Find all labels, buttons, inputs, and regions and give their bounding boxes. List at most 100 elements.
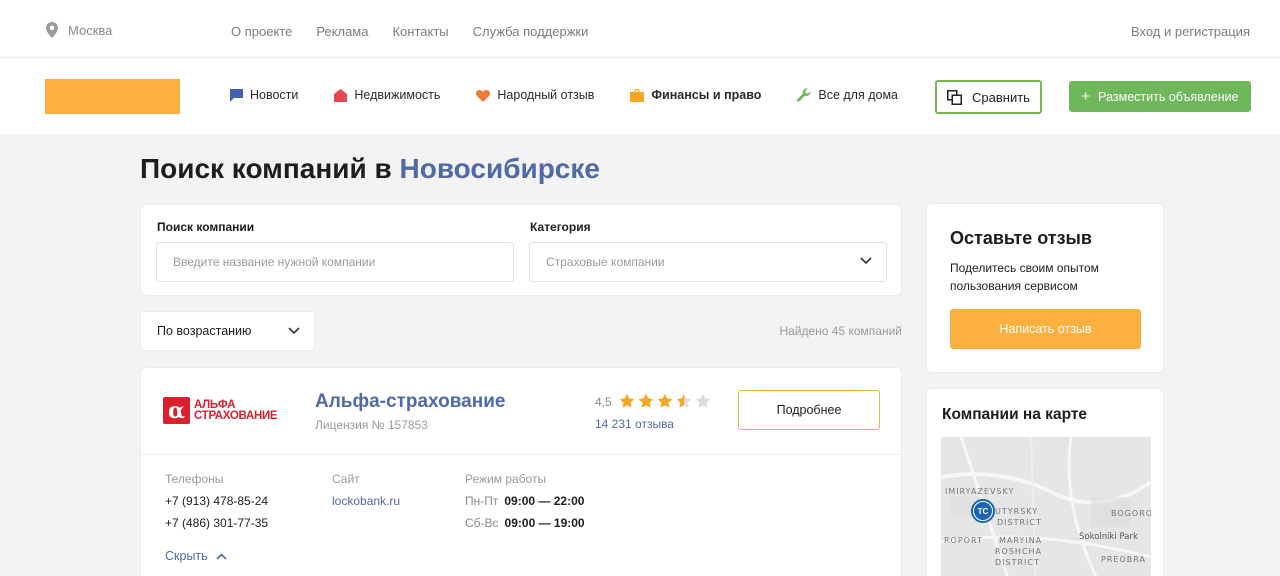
chevron-up-icon <box>216 552 227 560</box>
star-icon <box>676 393 692 408</box>
company-license: Лицензия № 157853 <box>315 418 428 432</box>
star-icon <box>619 393 635 408</box>
company-search-placeholder: Введите название нужной компании <box>173 255 376 269</box>
category-realty-label: Недвижимость <box>354 88 441 102</box>
details-button[interactable]: Подробнее <box>738 390 880 430</box>
phone-1[interactable]: +7 (913) 478-85-24 <box>165 494 268 508</box>
schedule-weekend-time: 09:00 — 19:00 <box>504 516 585 530</box>
category-realty[interactable]: Недвижимость <box>334 88 440 102</box>
site-logo[interactable] <box>45 79 180 114</box>
house-icon <box>334 88 348 102</box>
company-search-input[interactable]: Введите название нужной компании <box>156 242 514 282</box>
map-title: Компании на карте <box>942 406 1088 423</box>
briefcase-icon <box>630 88 645 102</box>
collapse-button-label: Скрыть <box>165 549 208 563</box>
rating-value: 4,5 <box>595 395 612 409</box>
category-nav: Новости Недвижимость Народный отзыв Фина… <box>230 88 898 102</box>
sort-select[interactable]: По возрастанию <box>140 311 315 351</box>
category-reviews-label: Народный отзыв <box>497 88 595 102</box>
map-label: BOGORO <box>1111 509 1151 518</box>
category-select-value: Страховые компании <box>546 255 665 269</box>
schedule-weekend: Сб-Вс 09:00 — 19:00 <box>465 516 585 530</box>
main-header: Новости Недвижимость Народный отзыв Фина… <box>0 58 1280 134</box>
chevron-down-icon <box>860 257 872 265</box>
category-news-label: Новости <box>250 88 299 102</box>
compare-icon <box>947 89 963 105</box>
top-nav: О проекте Реклама Контакты Служба поддер… <box>231 24 588 39</box>
card-divider <box>141 454 901 455</box>
page-title-prefix: Поиск компаний в <box>140 153 392 184</box>
category-select[interactable]: Страховые компании <box>529 242 887 282</box>
star-icon <box>638 393 654 408</box>
map-label: ROSHCHA <box>995 547 1043 556</box>
company-map[interactable]: IMIRYAZEVSKY UTYRSKY DISTRICT ROPORT MAR… <box>941 437 1151 576</box>
map-label: PREOBRA <box>1101 555 1146 564</box>
location-pin-icon <box>46 22 58 38</box>
map-marker-badge: ТС <box>974 502 992 520</box>
top-nav-about[interactable]: О проекте <box>231 24 292 39</box>
schedule-weekdays-days: Пн-Пт <box>465 494 499 508</box>
chevron-down-icon <box>288 327 300 335</box>
reviews-count-link[interactable]: 14 231 отзыва <box>595 417 674 431</box>
schedule-weekdays: Пн-Пт 09:00 — 22:00 <box>465 494 584 508</box>
sort-select-value: По возрастанию <box>157 324 252 338</box>
alfa-mark-icon: α <box>163 397 190 424</box>
map-label: MARYINA <box>999 536 1043 545</box>
map-label: ROPORT <box>944 536 983 545</box>
schedule-weekdays-time: 09:00 — 22:00 <box>504 494 585 508</box>
schedule-weekend-days: Сб-Вс <box>465 516 499 530</box>
map-label: DISTRICT <box>997 518 1042 527</box>
top-nav-ads[interactable]: Реклама <box>316 24 368 39</box>
company-search-label: Поиск компании <box>157 220 255 234</box>
company-logo-line2: СТРАХОВАНИЕ <box>194 409 278 422</box>
map-marker[interactable]: ТС <box>971 499 995 523</box>
site-link[interactable]: lockobank.ru <box>332 494 400 508</box>
category-home[interactable]: Все для дома <box>797 88 898 102</box>
category-home-label: Все для дома <box>818 88 899 102</box>
review-promo-title: Оставьте отзыв <box>950 228 1092 248</box>
top-nav-contacts[interactable]: Контакты <box>392 24 448 39</box>
map-card: Компании на карте IMIRYAZEVSKY UTYRSKY D… <box>926 388 1164 576</box>
top-bar: Москва О проекте Реклама Контакты Служба… <box>0 0 1280 58</box>
post-ad-button[interactable]: + Разместить объявление <box>1069 81 1251 112</box>
company-logo-text: АЛЬФА СТРАХОВАНИЕ <box>194 398 278 422</box>
review-promo-card: Оставьте отзыв Поделитесь своим опытом п… <box>926 203 1164 373</box>
phones-label: Телефоны <box>165 472 224 486</box>
rating-stars <box>619 393 711 409</box>
page-title-city[interactable]: Новосибирске <box>400 153 600 184</box>
map-label: DISTRICT <box>995 558 1040 567</box>
login-link[interactable]: Вход и регистрация <box>1131 24 1250 39</box>
schedule-label: Режим работы <box>465 472 547 486</box>
category-finance[interactable]: Финансы и право <box>630 88 761 102</box>
wrench-icon <box>797 88 811 102</box>
heart-icon <box>476 89 491 102</box>
phone-2[interactable]: +7 (486) 301-77-35 <box>165 516 268 530</box>
star-icon <box>695 393 711 408</box>
company-logo-line1: АЛЬФА <box>194 398 236 411</box>
category-news[interactable]: Новости <box>230 88 298 102</box>
review-promo-text: Поделитесь своим опытом пользования серв… <box>950 261 1099 293</box>
map-label: UTYRSKY <box>995 507 1039 516</box>
page-title: Поиск компаний в Новосибирске <box>140 153 600 185</box>
city-label: Москва <box>68 22 113 38</box>
map-marker-text: ТС <box>977 506 989 516</box>
top-nav-support[interactable]: Служба поддержки <box>473 24 589 39</box>
compare-button[interactable]: Сравнить <box>935 80 1042 114</box>
city-selector[interactable]: Москва <box>46 22 112 38</box>
company-logo[interactable]: α АЛЬФА СТРАХОВАНИЕ <box>163 397 278 424</box>
star-icon <box>657 393 673 408</box>
search-panel: Поиск компании Введите название нужной к… <box>140 204 902 296</box>
company-card: α АЛЬФА СТРАХОВАНИЕ Альфа-страхование Ли… <box>140 367 902 576</box>
compare-button-label: Сравнить <box>972 89 1030 105</box>
category-finance-label: Финансы и право <box>651 88 762 102</box>
results-count: Найдено 45 компаний <box>779 324 902 338</box>
write-review-button[interactable]: Написать отзыв <box>950 309 1141 349</box>
plus-icon: + <box>1081 88 1091 105</box>
chat-icon <box>230 88 243 102</box>
map-label: Sokolniki Park <box>1079 532 1138 542</box>
collapse-button[interactable]: Скрыть <box>165 549 227 563</box>
category-reviews[interactable]: Народный отзыв <box>476 88 594 102</box>
company-name[interactable]: Альфа-страхование <box>315 391 505 413</box>
category-label: Категория <box>530 220 591 234</box>
site-label: Сайт <box>332 472 360 486</box>
